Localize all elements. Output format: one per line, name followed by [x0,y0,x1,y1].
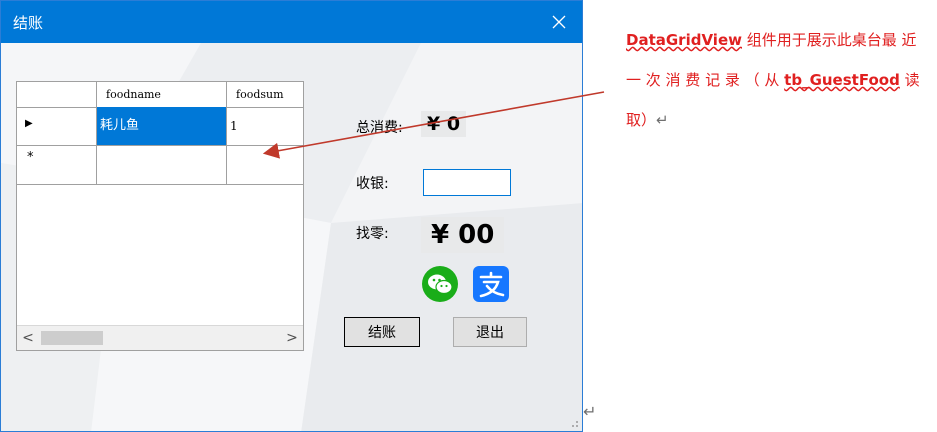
scroll-thumb[interactable] [41,331,103,345]
checkout-dialog: 结账 foodname foodsum ▶ 耗儿鱼 1 * < > 总消费: ¥… [0,0,583,432]
annotation-return-mark: ↵ [656,111,669,129]
column-header-foodname[interactable]: foodname [97,82,227,107]
row-header[interactable]: ▶ [17,107,97,145]
scroll-right-icon[interactable]: > [281,326,303,350]
row-header[interactable]: * [17,146,97,184]
scroll-left-icon[interactable]: < [17,326,39,350]
cell-foodsum[interactable]: 1 [227,107,303,145]
alipay-button[interactable] [473,266,509,302]
horizontal-scrollbar[interactable]: < > [17,325,303,350]
change-label: 找零: [356,226,389,242]
total-label: 总消费: [356,120,403,136]
grid-header-row: foodname foodsum [17,82,303,108]
annotation-table-name: tb_GuestFood [784,71,900,89]
column-header-foodsum[interactable]: foodsum [227,82,303,107]
current-row-icon: ▶ [25,118,33,129]
window-title: 结账 [13,14,44,32]
close-button[interactable] [536,1,582,43]
cell-foodsum-empty[interactable] [227,146,303,184]
resize-grip-icon[interactable] [569,418,579,428]
row-header-corner [17,82,97,107]
total-value: ¥ 0 [421,111,467,137]
wechat-icon [422,266,458,302]
cash-input[interactable] [423,169,511,196]
paragraph-return-mark: ↵ [583,402,597,421]
new-row[interactable]: * [17,146,303,185]
exit-button[interactable]: 退出 [453,317,527,347]
cell-foodname-empty[interactable] [97,146,227,184]
checkout-button[interactable]: 结账 [344,317,420,347]
new-row-icon: * [27,150,34,165]
food-datagrid[interactable]: foodname foodsum ▶ 耗儿鱼 1 * < > [16,81,304,351]
change-value: ¥ 00 [421,217,505,253]
annotation-component-name: DataGridView [626,31,742,49]
wechat-pay-button[interactable] [422,266,458,302]
close-icon [552,15,566,29]
cell-foodname[interactable]: 耗儿鱼 [97,107,227,145]
cash-label: 收银: [356,176,389,192]
annotation-note: DataGridView 组件用于展示此桌台最 近 一 次 消 费 记 录 （ … [626,20,922,140]
alipay-icon [473,266,509,302]
table-row[interactable]: ▶ 耗儿鱼 1 [17,107,303,146]
title-bar: 结账 [1,1,582,43]
